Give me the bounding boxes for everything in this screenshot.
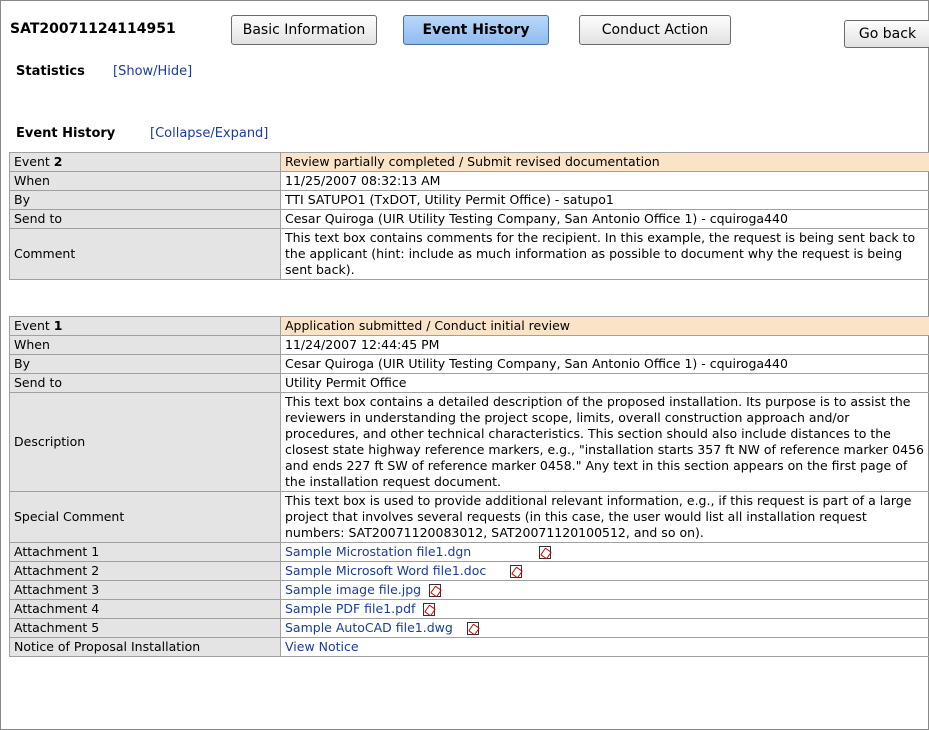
table-row: When 11/24/2007 12:44:45 PM — [9, 335, 929, 355]
attachment-link[interactable]: Sample AutoCAD file1.dwg — [285, 620, 453, 635]
attachment-label: Attachment 2 — [9, 561, 281, 581]
special-comment-value: This text box is used to provide additio… — [280, 491, 929, 543]
table-row: By TTI SATUPO1 (TxDOT, Utility Permit Of… — [9, 190, 929, 210]
table-row: By Cesar Quiroga (UIR Utility Testing Co… — [9, 354, 929, 374]
event-history-toggle-link[interactable]: [Collapse/Expand] — [150, 126, 268, 141]
attachment-label: Attachment 5 — [9, 618, 281, 638]
event-header-row: Event 2 Review partially completed / Sub… — [9, 152, 929, 172]
table-row: Attachment 1 Sample Microstation file1.d… — [9, 542, 929, 562]
notice-label: Notice of Proposal Installation — [9, 637, 281, 657]
comment-label: Comment — [9, 228, 281, 280]
event-number: 1 — [53, 318, 63, 333]
attachment-label: Attachment 1 — [9, 542, 281, 562]
special-comment-label: Special Comment — [9, 491, 281, 543]
event-number: 2 — [53, 154, 63, 169]
event-status: Review partially completed / Submit revi… — [280, 152, 929, 172]
event-2-table: Event 2 Review partially completed / Sub… — [9, 152, 929, 280]
when-label: When — [9, 171, 281, 191]
pdf-icon[interactable] — [510, 565, 523, 578]
attachment-link[interactable]: Sample Microsoft Word file1.doc — [285, 563, 486, 578]
view-notice-link[interactable]: View Notice — [285, 639, 359, 654]
go-back-button[interactable]: Go back — [844, 20, 929, 48]
conduct-action-button[interactable]: Conduct Action — [579, 15, 731, 45]
attachment-cell: Sample PDF file1.pdf — [280, 599, 929, 619]
send-to-label: Send to — [9, 209, 281, 229]
send-to-value: Cesar Quiroga (UIR Utility Testing Compa… — [280, 209, 929, 229]
pdf-icon[interactable] — [423, 603, 436, 616]
notice-cell: View Notice — [280, 637, 929, 657]
request-id: SAT20071124114951 — [10, 21, 176, 37]
event-header-row: Event 1 Application submitted / Conduct … — [9, 316, 929, 336]
event-status: Application submitted / Conduct initial … — [280, 316, 929, 336]
event-number-cell: Event 1 — [9, 316, 281, 336]
attachment-cell: Sample image file.jpg — [280, 580, 929, 600]
table-row: Attachment 2 Sample Microsoft Word file1… — [9, 561, 929, 581]
send-to-value: Utility Permit Office — [280, 373, 929, 393]
by-label: By — [9, 190, 281, 210]
table-row: Send to Cesar Quiroga (UIR Utility Testi… — [9, 209, 929, 229]
attachment-link[interactable]: Sample Microstation file1.dgn — [285, 544, 471, 559]
event-number-cell: Event 2 — [9, 152, 281, 172]
statistics-title: Statistics — [16, 64, 85, 79]
by-value: Cesar Quiroga (UIR Utility Testing Compa… — [280, 354, 929, 374]
event-history-button[interactable]: Event History — [403, 15, 549, 45]
by-value: TTI SATUPO1 (TxDOT, Utility Permit Offic… — [280, 190, 929, 210]
pdf-icon[interactable] — [466, 622, 479, 635]
send-to-label: Send to — [9, 373, 281, 393]
table-row: Attachment 4 Sample PDF file1.pdf — [9, 599, 929, 619]
attachment-cell: Sample AutoCAD file1.dwg — [280, 618, 929, 638]
basic-information-button[interactable]: Basic Information — [231, 15, 377, 45]
attachment-label: Attachment 3 — [9, 580, 281, 600]
table-row: Special Comment This text box is used to… — [9, 491, 929, 543]
event-1-table: Event 1 Application submitted / Conduct … — [9, 316, 929, 657]
description-value: This text box contains a detailed descri… — [280, 392, 929, 492]
table-row: When 11/25/2007 08:32:13 AM — [9, 171, 929, 191]
pdf-icon[interactable] — [539, 546, 552, 559]
when-value: 11/25/2007 08:32:13 AM — [280, 171, 929, 191]
statistics-toggle-link[interactable]: [Show/Hide] — [113, 64, 192, 79]
attachment-cell: Sample Microsoft Word file1.doc — [280, 561, 929, 581]
attachment-label: Attachment 4 — [9, 599, 281, 619]
when-value: 11/24/2007 12:44:45 PM — [280, 335, 929, 355]
attachment-link[interactable]: Sample PDF file1.pdf — [285, 601, 415, 616]
table-row: Description This text box contains a det… — [9, 392, 929, 492]
attachment-cell: Sample Microstation file1.dgn — [280, 542, 929, 562]
table-row: Notice of Proposal Installation View Not… — [9, 637, 929, 657]
when-label: When — [9, 335, 281, 355]
pdf-icon[interactable] — [429, 584, 442, 597]
event-history-title: Event History — [16, 126, 116, 141]
table-row: Attachment 5 Sample AutoCAD file1.dwg — [9, 618, 929, 638]
by-label: By — [9, 354, 281, 374]
comment-value: This text box contains comments for the … — [280, 228, 929, 280]
table-row: Comment This text box contains comments … — [9, 228, 929, 280]
table-row: Attachment 3 Sample image file.jpg — [9, 580, 929, 600]
table-row: Send to Utility Permit Office — [9, 373, 929, 393]
attachment-link[interactable]: Sample image file.jpg — [285, 582, 421, 597]
description-label: Description — [9, 392, 281, 492]
